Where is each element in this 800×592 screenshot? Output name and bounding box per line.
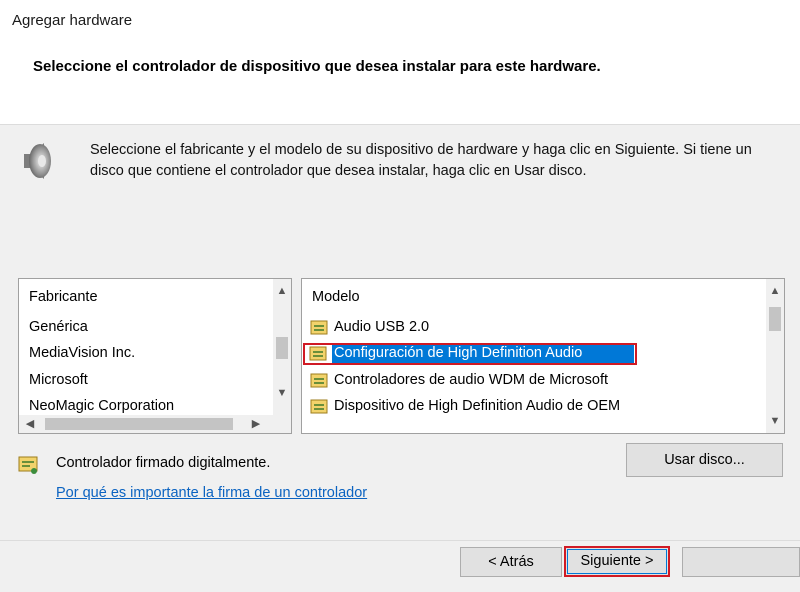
model-item-selected[interactable]: Configuración de High Definition Audio: [334, 345, 582, 361]
manufacturer-hscroll-thumb[interactable]: [45, 418, 233, 430]
driver-icon: [309, 346, 327, 361]
scroll-down-icon[interactable]: ▼: [273, 383, 291, 403]
model-list-header: Modelo: [312, 289, 360, 305]
scroll-down-icon[interactable]: ▼: [766, 411, 784, 431]
back-button[interactable]: < Atrás: [460, 547, 562, 577]
window-title: Agregar hardware: [12, 12, 133, 29]
scroll-up-icon[interactable]: ▲: [273, 281, 291, 301]
driver-icon: [310, 320, 328, 335]
model-item[interactable]: Audio USB 2.0: [334, 319, 429, 335]
page-heading: Seleccione el controlador de dispositivo…: [33, 58, 601, 75]
model-item[interactable]: Dispositivo de High Definition Audio de …: [334, 398, 620, 414]
signed-driver-text: Controlador firmado digitalmente.: [56, 455, 271, 471]
scroll-up-icon[interactable]: ▲: [766, 281, 784, 301]
next-button[interactable]: Siguiente >: [564, 546, 670, 577]
manufacturer-list[interactable]: Fabricante Genérica MediaVision Inc. Mic…: [18, 278, 292, 434]
driver-icon: [310, 373, 328, 388]
instructions-text: Seleccione el fabricante y el modelo de …: [90, 142, 752, 179]
scroll-right-icon[interactable]: ▶: [247, 415, 265, 433]
manufacturer-list-header: Fabricante: [29, 289, 98, 305]
manufacturer-item[interactable]: MediaVision Inc.: [29, 345, 135, 361]
driver-icon: [310, 399, 328, 414]
cancel-button[interactable]: [682, 547, 800, 577]
speaker-icon: [24, 143, 51, 179]
model-vscroll-thumb[interactable]: [769, 307, 781, 331]
manufacturer-hscrollbar[interactable]: ◀ ▶: [19, 415, 291, 433]
signed-driver-icon: [18, 456, 38, 474]
manufacturer-item[interactable]: NeoMagic Corporation: [29, 398, 174, 414]
manufacturer-vscrollbar[interactable]: ▲ ▼: [273, 279, 291, 417]
manufacturer-item[interactable]: Genérica: [29, 319, 88, 335]
scroll-left-icon[interactable]: ◀: [21, 415, 39, 433]
model-vscrollbar[interactable]: ▲ ▼: [766, 279, 784, 433]
manufacturer-item[interactable]: Microsoft: [29, 372, 88, 388]
model-item[interactable]: Controladores de audio WDM de Microsoft: [334, 372, 608, 388]
have-disk-button[interactable]: Usar disco...: [626, 443, 783, 477]
dialog-footer: [0, 541, 800, 592]
driver-signing-link[interactable]: Por qué es importante la firma de un con…: [56, 485, 367, 501]
manufacturer-vscroll-thumb[interactable]: [276, 337, 288, 359]
